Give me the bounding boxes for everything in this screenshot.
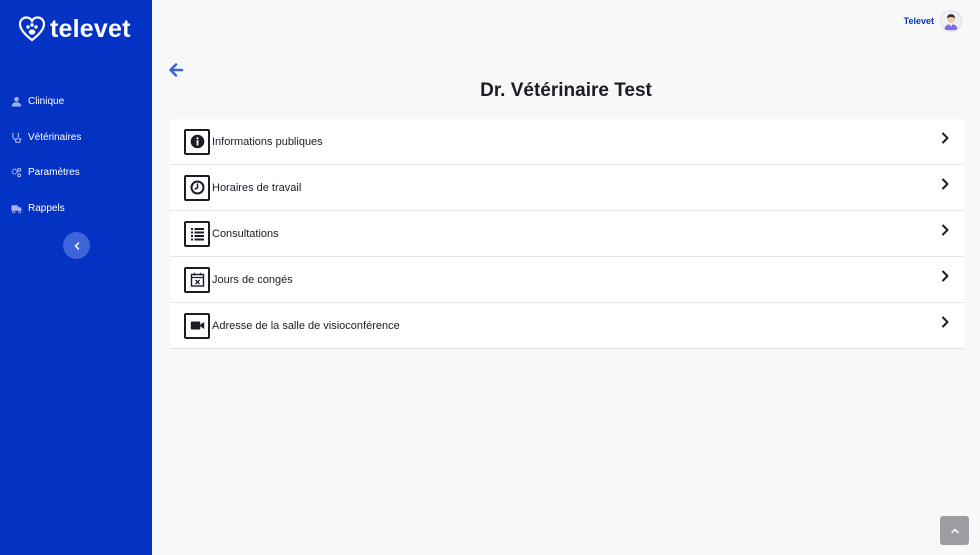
collapse-sidebar-button[interactable]	[63, 232, 90, 259]
settings-menu: Informations publiques Horaires de trava…	[170, 119, 964, 349]
menu-item-label: Informations publiques	[212, 135, 323, 148]
user-name: Televet	[903, 16, 934, 26]
page-title: Dr. Vétérinaire Test	[480, 80, 652, 101]
paw-heart-icon	[18, 16, 46, 42]
chevron-right-icon	[942, 316, 949, 328]
sidebar: televet Clinique Vétérinaires Paramètres…	[0, 0, 152, 555]
menu-item-label: Jours de congés	[212, 273, 293, 286]
menu-item-informations-publiques[interactable]: Informations publiques	[170, 119, 964, 165]
chevron-right-icon	[942, 270, 949, 282]
sidebar-item-label: Paramètres	[28, 167, 80, 179]
scroll-to-top-button[interactable]	[940, 516, 969, 545]
arrow-left-icon[interactable]	[168, 62, 184, 78]
sidebar-item-parametres[interactable]: Paramètres	[0, 155, 152, 191]
chevron-left-icon	[74, 241, 79, 250]
video-camera-icon	[184, 312, 210, 339]
menu-item-label: Horaires de travail	[212, 181, 302, 194]
menu-item-jours-de-conges[interactable]: Jours de congés	[170, 257, 964, 303]
sidebar-item-rappels[interactable]: Rappels	[0, 191, 152, 227]
brand-logo[interactable]: televet	[18, 14, 131, 44]
user-menu[interactable]: Televet	[904, 10, 962, 32]
sidebar-item-veterinaires[interactable]: Vétérinaires	[0, 120, 152, 156]
sidebar-nav: Clinique Vétérinaires Paramètres Rappels	[0, 84, 152, 226]
menu-item-horaires-de-travail[interactable]: Horaires de travail	[170, 165, 964, 211]
brand-name: televet	[50, 15, 131, 43]
sidebar-item-clinique[interactable]: Clinique	[0, 84, 152, 120]
info-icon	[184, 128, 210, 155]
chevron-up-icon	[950, 528, 959, 533]
sidebar-item-label: Vétérinaires	[28, 131, 82, 143]
sidebar-item-label: Rappels	[28, 202, 65, 214]
menu-item-consultations[interactable]: Consultations	[170, 211, 964, 257]
cogs-icon	[10, 167, 22, 179]
truck-icon	[10, 202, 22, 214]
user-icon	[10, 96, 22, 108]
list-icon	[184, 220, 210, 247]
clock-icon	[184, 174, 210, 201]
sidebar-item-label: Clinique	[28, 96, 65, 108]
avatar-icon	[940, 10, 962, 32]
chevron-right-icon	[942, 224, 949, 236]
chevron-right-icon	[942, 132, 949, 144]
menu-item-label: Consultations	[212, 227, 279, 240]
chevron-right-icon	[942, 178, 949, 190]
calendar-x-icon	[184, 266, 210, 293]
menu-item-label: Adresse de la salle de visioconférence	[212, 319, 400, 332]
menu-item-adresse-visioconference[interactable]: Adresse de la salle de visioconférence	[170, 303, 964, 349]
stethoscope-icon	[10, 131, 22, 143]
